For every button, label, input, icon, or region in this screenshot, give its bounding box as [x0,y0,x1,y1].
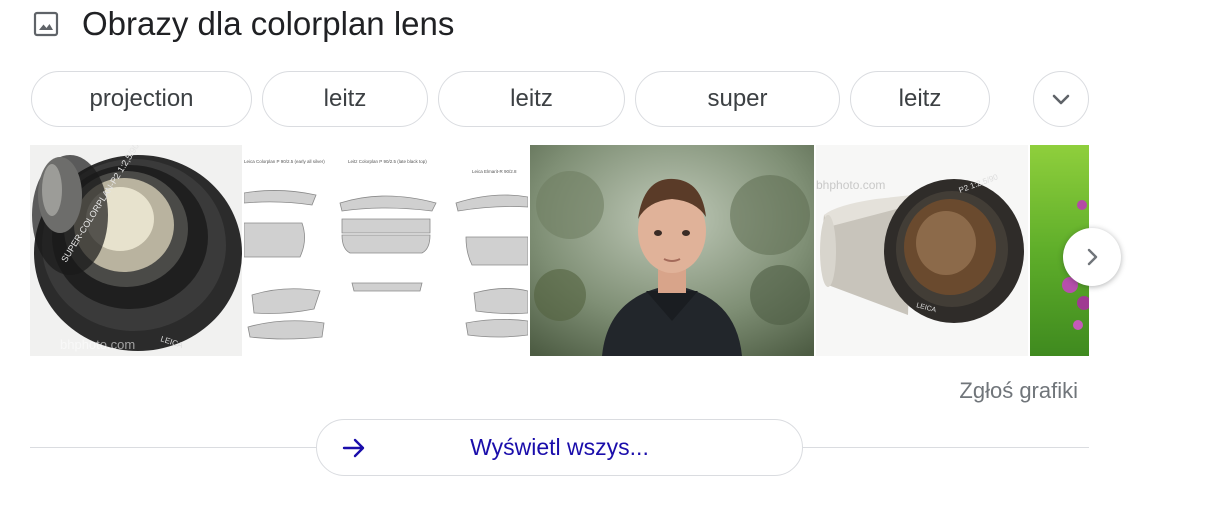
divider [803,447,1089,448]
view-all-label: Wyświetl wszys... [470,434,649,460]
view-all-button[interactable]: Wyświetl wszys... [316,419,803,476]
image-result[interactable]: P2 1:2,5/90 LEICA bhphoto.com [816,145,1028,356]
watermark: bhphoto.com [60,337,135,352]
more-chips-button[interactable] [1033,71,1089,127]
image-result[interactable]: Leica Colorplan P 90/2.5 (early all silv… [244,145,528,356]
chip-projection[interactable]: projection [31,71,252,127]
chip-leitz[interactable]: leitz [438,71,625,127]
image-result[interactable]: SUPER-COLORPLAN-P2 1:2,5/90 ME LEICA bhp… [30,145,242,356]
watermark: bhphoto.com [816,178,885,192]
diagram-caption: Leitz Colorplan P 90/2.5 (late black top… [348,159,427,164]
image-icon [32,10,60,38]
diagram-caption: Leica Colorplan P 90/2.5 (early all silv… [244,159,325,164]
report-images-link[interactable]: Zgłoś grafiki [959,378,1078,404]
image-result[interactable] [530,145,814,356]
section-title[interactable]: Obrazy dla colorplan lens [82,5,454,43]
chip-leitz[interactable]: leitz [262,71,428,127]
images-section-header: Obrazy dla colorplan lens [32,5,454,43]
chevron-right-icon [1087,248,1098,266]
image-carousel: SUPER-COLORPLAN-P2 1:2,5/90 ME LEICA bhp… [30,145,1089,356]
divider [30,447,317,448]
chevron-down-icon [1052,94,1070,105]
diagram-caption: Leica Elmarit-R 90/2.8 [472,169,517,174]
chip-leitz[interactable]: leitz [850,71,990,127]
chip-super[interactable]: super [635,71,840,127]
carousel-next-button[interactable] [1063,228,1121,286]
